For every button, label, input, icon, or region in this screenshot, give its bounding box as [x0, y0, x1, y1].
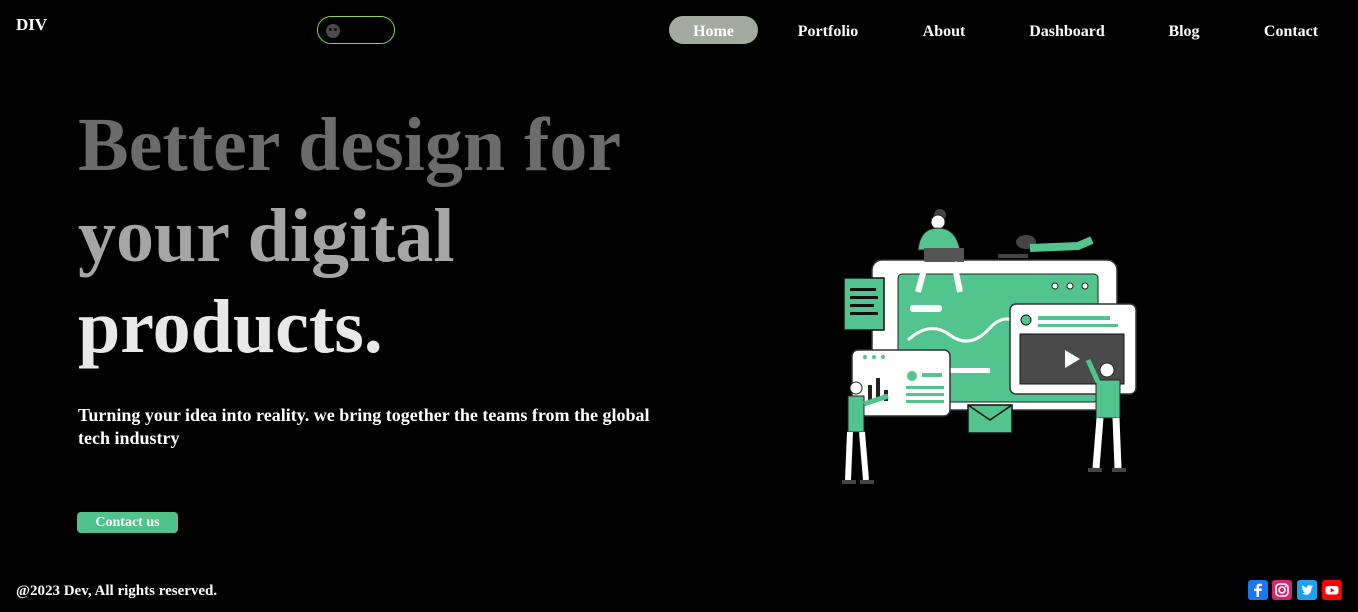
hero-subtitle: Turning your idea into reality. we bring…	[78, 405, 650, 448]
hero-title-line-1: Better design for	[78, 103, 622, 187]
hero-title-line-3: products.	[78, 285, 383, 369]
footer-copyright: @2023 Dev, All rights reserved.	[16, 583, 218, 599]
site-logo[interactable]: DIV	[16, 15, 47, 35]
nav-dashboard[interactable]: Dashboard	[1022, 16, 1112, 44]
instagram-icon[interactable]	[1272, 580, 1292, 600]
hero-title-line-2: your digital	[78, 194, 455, 278]
theme-toggle-knob-icon	[326, 24, 340, 38]
nav-contact[interactable]: Contact	[1259, 16, 1323, 44]
hero-title: Better design for your digital products.	[78, 100, 718, 373]
page: DIV Home Portfolio About Dashboard Blog …	[0, 0, 1358, 612]
nav-about[interactable]: About	[916, 16, 972, 44]
twitter-icon[interactable]	[1297, 580, 1317, 600]
theme-toggle[interactable]	[317, 16, 395, 44]
nav-portfolio[interactable]: Portfolio	[790, 16, 866, 44]
youtube-icon[interactable]	[1322, 580, 1342, 600]
team-collaboration-illustration	[842, 209, 1137, 484]
nav-blog[interactable]: Blog	[1163, 16, 1205, 44]
contact-us-button[interactable]: Contact us	[77, 512, 178, 533]
facebook-icon[interactable]	[1248, 580, 1268, 600]
nav-home[interactable]: Home	[669, 16, 758, 44]
